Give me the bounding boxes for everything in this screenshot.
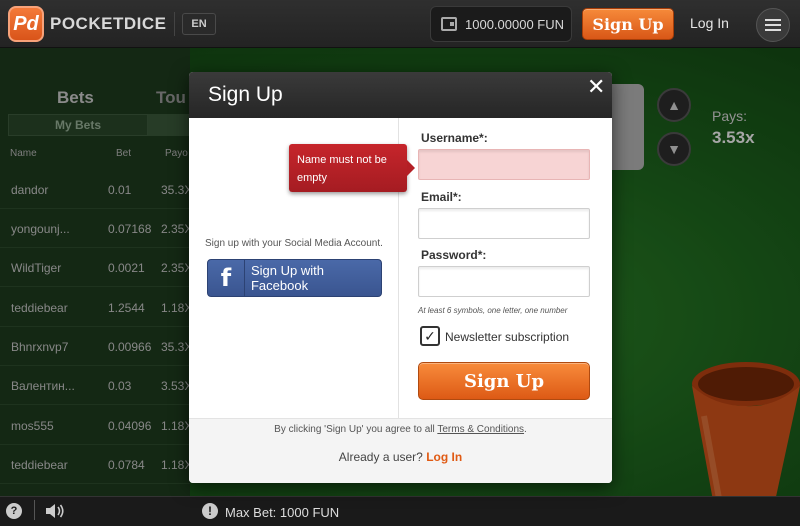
password-label: Password*: — [421, 248, 487, 262]
footer-divider — [34, 500, 35, 520]
password-hint: At least 6 symbols, one letter, one numb… — [418, 306, 568, 315]
header-divider — [174, 12, 175, 36]
help-icon[interactable]: ? — [6, 503, 22, 519]
modal-login-link[interactable]: Log In — [426, 450, 462, 464]
header-signup-button[interactable]: Sign Up — [582, 8, 674, 40]
terms-suffix: . — [524, 424, 527, 435]
newsletter-label[interactable]: Newsletter subscription — [445, 330, 569, 344]
logo-text: POCKETDICE — [50, 14, 167, 33]
modal-header: Sign Up ✕ — [189, 72, 612, 118]
max-bet-text: Max Bet: 1000 FUN — [225, 505, 340, 520]
username-field[interactable] — [418, 149, 590, 180]
facebook-signup-button[interactable]: f Sign Up with Facebook — [207, 259, 382, 297]
signup-modal: Sign Up ✕ Sign up with your Social Media… — [189, 72, 612, 483]
modal-title: Sign Up — [208, 83, 283, 106]
username-label: Username*: — [421, 131, 488, 145]
wallet-icon — [441, 17, 457, 31]
checkmark-icon: ✓ — [424, 327, 436, 344]
newsletter-checkbox[interactable]: ✓ — [420, 326, 440, 346]
already-user-text: Already a user? Log In — [189, 450, 612, 464]
close-icon[interactable]: ✕ — [587, 74, 605, 100]
terms-text: By clicking 'Sign Up' you agree to all T… — [189, 424, 612, 435]
facebook-icon: f — [208, 260, 245, 296]
password-field[interactable] — [418, 266, 590, 297]
menu-icon — [765, 19, 781, 21]
already-user-prefix: Already a user? — [338, 450, 427, 464]
warning-icon: ! — [202, 503, 218, 519]
social-signup-text: Sign up with your Social Media Account. — [205, 238, 383, 249]
terms-prefix: By clicking 'Sign Up' you agree to all — [274, 424, 438, 435]
signup-submit-button[interactable]: Sign Up — [418, 362, 590, 400]
logo[interactable]: Pd POCKETDICE — [8, 6, 166, 42]
bottom-bar — [0, 496, 800, 526]
email-field[interactable] — [418, 208, 590, 239]
header-login-link[interactable]: Log In — [690, 15, 729, 31]
facebook-signup-label: Sign Up with Facebook — [250, 263, 324, 293]
email-label: Email*: — [421, 190, 462, 204]
balance-display[interactable]: 1000.00000 FUN — [430, 6, 572, 42]
language-selector[interactable]: EN — [182, 13, 216, 35]
terms-link[interactable]: Terms & Conditions — [437, 424, 524, 435]
balance-value: 1000.00000 FUN — [465, 16, 565, 32]
sound-icon[interactable] — [44, 503, 66, 519]
top-header: Pd POCKETDICE EN 1000.00000 FUN Sign Up … — [0, 0, 800, 48]
logo-icon: Pd — [8, 6, 44, 42]
username-error-tooltip: Name must not be empty — [289, 144, 415, 192]
hamburger-menu-button[interactable] — [756, 8, 790, 42]
